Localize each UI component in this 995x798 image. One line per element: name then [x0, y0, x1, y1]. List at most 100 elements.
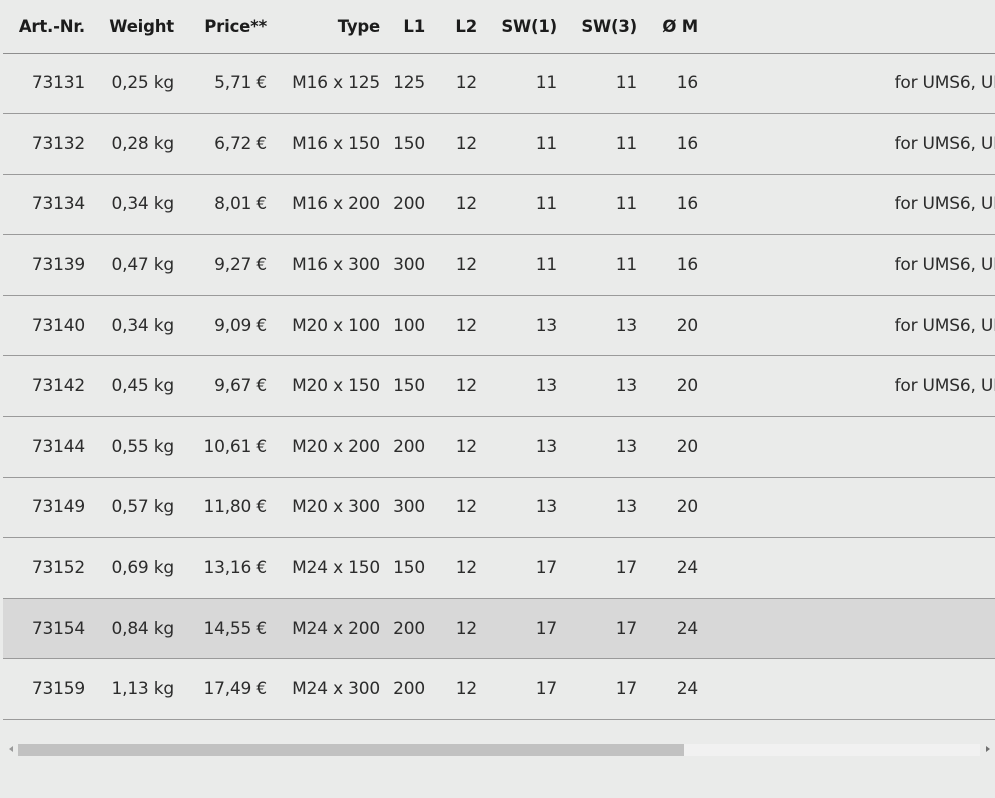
cell-assign: for UMS6, UMS8SL, UMS10, fo: [707, 113, 995, 175]
cell-assign: for UMS6, UMS8SL, UMS10, fo: [707, 355, 995, 418]
cell-l1: 100: [389, 295, 434, 357]
cell-l2: 12: [434, 174, 486, 236]
cell-l1: 300: [389, 234, 434, 296]
cell-sw3: 17: [566, 537, 646, 599]
triangle-left-icon[interactable]: [9, 746, 13, 752]
cell-price: 14,55 €: [183, 598, 276, 660]
cell-art-nr: 73134: [3, 174, 94, 236]
cell-diameter: 16: [646, 113, 707, 175]
cell-price: 8,01 €: [183, 174, 276, 236]
cell-l2: 12: [434, 295, 486, 357]
cell-diameter: 16: [646, 174, 707, 236]
cell-sw1: 13: [486, 416, 566, 478]
cell-sw3: 11: [566, 174, 646, 236]
cell-l2: 12: [434, 53, 486, 115]
cell-assign: for: [707, 477, 995, 539]
cell-type: M16 x 300: [276, 234, 389, 296]
cell-diameter: 20: [646, 416, 707, 478]
cell-diameter: 20: [646, 295, 707, 357]
cell-type: M20 x 100: [276, 295, 389, 357]
column-header-type: Type: [276, 0, 389, 54]
cell-l1: 200: [389, 416, 434, 478]
cell-sw1: 11: [486, 53, 566, 115]
cell-price: 9,09 €: [183, 295, 276, 357]
cell-l2: 12: [434, 477, 486, 539]
cell-sw1: 17: [486, 598, 566, 660]
cell-weight: 1,13 kg: [94, 658, 183, 721]
cell-l2: 12: [434, 416, 486, 478]
cell-l1: 150: [389, 537, 434, 599]
cell-sw1: 17: [486, 537, 566, 599]
cell-sw1: 11: [486, 234, 566, 296]
product-table-container: Art.-Nr. Weight Price** Type L1 L2 SW(1) SW(3) Ø…: [3, 0, 995, 740]
cell-l2: 12: [434, 355, 486, 418]
cell-l1: 200: [389, 174, 434, 236]
cell-l1: 150: [389, 113, 434, 175]
cell-l2: 12: [434, 598, 486, 660]
cell-weight: 0,84 kg: [94, 598, 183, 660]
cell-weight: 0,69 kg: [94, 537, 183, 599]
cell-price: 13,16 €: [183, 537, 276, 599]
column-header-weight: Weight: [94, 0, 183, 54]
triangle-right-icon[interactable]: [986, 746, 990, 752]
cell-art-nr: 73149: [3, 477, 94, 539]
column-header-price: Price**: [183, 0, 276, 54]
cell-l2: 12: [434, 234, 486, 296]
table-row: 731490,57 kg11,80 €M20 x 30030012131320f…: [3, 477, 995, 539]
cell-assign: for UMS6, UMS8SL, UMS10, fo: [707, 53, 995, 115]
cell-l2: 12: [434, 537, 486, 599]
cell-assign: for UMS6, UMS8SL, UMS10, fo: [707, 174, 995, 236]
cell-price: 9,67 €: [183, 355, 276, 418]
cell-price: 9,27 €: [183, 234, 276, 296]
cell-assign: for: [707, 416, 995, 478]
cell-art-nr: 73152: [3, 537, 94, 599]
cell-price: 17,49 €: [183, 658, 276, 721]
cell-art-nr: 73159: [3, 658, 94, 721]
cell-diameter: 20: [646, 355, 707, 418]
cell-weight: 0,34 kg: [94, 295, 183, 357]
cell-art-nr: 73140: [3, 295, 94, 357]
horizontal-scrollbar[interactable]: [3, 741, 995, 759]
cell-sw1: 13: [486, 477, 566, 539]
cell-weight: 0,55 kg: [94, 416, 183, 478]
table-row: 73132 0,28 kg 6,72 € M16 x 150 150 12 11 11 16 fo…: [3, 113, 995, 175]
cell-l2: 12: [434, 113, 486, 175]
cell-weight: 0,45 kg: [94, 355, 183, 418]
cell-sw1: 17: [486, 658, 566, 721]
cell-sw3: 13: [566, 477, 646, 539]
cell-diameter: 20: [646, 477, 707, 539]
scrollbar-thumb[interactable]: [18, 744, 684, 756]
cell-sw3: 11: [566, 113, 646, 175]
column-header-sw3: SW(3): [566, 0, 646, 54]
scrollbar-track[interactable]: [18, 744, 980, 756]
column-header-l2: L2: [434, 0, 486, 54]
cell-diameter: 24: [646, 598, 707, 660]
cell-price: 11,80 €: [183, 477, 276, 539]
cell-price: 10,61 €: [183, 416, 276, 478]
cell-sw1: 11: [486, 113, 566, 175]
cell-l1: 200: [389, 658, 434, 721]
cell-weight: 0,25 kg: [94, 53, 183, 115]
cell-type: M16 x 125: [276, 53, 389, 115]
cell-price: 5,71 €: [183, 53, 276, 115]
cell-diameter: 24: [646, 537, 707, 599]
cell-art-nr: 73142: [3, 355, 94, 418]
cell-diameter: 16: [646, 234, 707, 296]
table-row: 73134 0,34 kg 8,01 € M16 x 200 200 12 11 11 16 fo…: [3, 174, 995, 236]
cell-weight: 0,28 kg: [94, 113, 183, 175]
cell-l2: 12: [434, 658, 486, 721]
cell-sw3: 13: [566, 355, 646, 418]
cell-l1: 300: [389, 477, 434, 539]
cell-l1: 200: [389, 598, 434, 660]
cell-weight: 0,34 kg: [94, 174, 183, 236]
cell-assign: [707, 658, 995, 721]
table-row: 73154 0,84 kg 14,55 € M24 x 200 200 12 17 17 24: [3, 598, 995, 660]
cell-art-nr: 73144: [3, 416, 94, 478]
column-header-sw1: SW(1): [486, 0, 566, 54]
cell-sw3: 11: [566, 53, 646, 115]
cell-type: M24 x 300: [276, 658, 389, 721]
cell-weight: 0,57 kg: [94, 477, 183, 539]
cell-diameter: 24: [646, 658, 707, 721]
cell-type: M16 x 200: [276, 174, 389, 236]
cell-weight: 0,47 kg: [94, 234, 183, 296]
